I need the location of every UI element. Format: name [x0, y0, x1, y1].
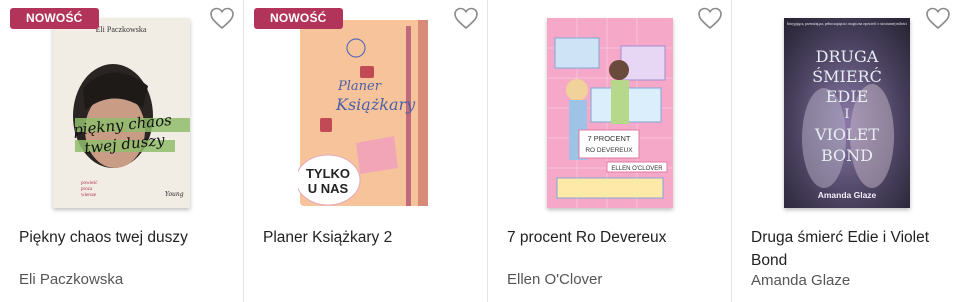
cover-sub3: wiersze: [81, 193, 97, 198]
sticker-line1: TYLKO: [305, 166, 349, 181]
book-cover-link[interactable]: Eli Paczkowska piękny chaos twej duszy p…: [0, 18, 243, 208]
sticker-line2: U NAS: [307, 181, 348, 196]
book-cover: Planer Książkary TYLKO U NAS: [297, 18, 434, 208]
heart-outline-icon[interactable]: [453, 6, 479, 30]
book-cover-link[interactable]: Intrygująca, przerażająca, pełna napięci…: [732, 18, 959, 208]
publisher-logo: Young: [165, 191, 184, 198]
cover-author-text: ELLEN O'CLOVER: [611, 166, 663, 172]
product-title[interactable]: 7 procent Ro Devereux: [507, 226, 721, 249]
cover-title-line2: RO DEVEREUX: [585, 147, 633, 154]
cover-sub1: powieść: [81, 181, 98, 186]
product-card[interactable]: Intrygująca, przerażająca, pełna napięci…: [732, 0, 959, 302]
product-title[interactable]: Piękny chaos twej duszy: [19, 226, 233, 249]
product-card[interactable]: 7 PROCENT RO DEVEREUX ELLEN O'CLOVER 7 p…: [488, 0, 732, 302]
book-cover: Eli Paczkowska piękny chaos twej duszy p…: [53, 18, 190, 208]
book-cover-link[interactable]: Planer Książkary TYLKO U NAS: [244, 18, 487, 208]
product-author[interactable]: Amanda Glaze: [751, 272, 850, 289]
cover-title-line3: EDIE: [826, 87, 869, 106]
book-cover-link[interactable]: 7 PROCENT RO DEVEREUX ELLEN O'CLOVER: [488, 18, 731, 208]
cover-title-line4: I: [844, 107, 849, 122]
heart-outline-icon[interactable]: [209, 6, 235, 30]
product-author[interactable]: Eli Paczkowska: [19, 271, 123, 288]
product-title[interactable]: Planer Książkary 2: [263, 226, 477, 249]
cover-title-line2: ŚMIERĆ: [812, 66, 882, 86]
heart-outline-icon[interactable]: [925, 6, 951, 30]
cover-title-line5: VIOLET: [814, 125, 879, 144]
book-cover: Intrygująca, przerażająca, pełna napięci…: [784, 18, 910, 208]
cover-sub2: proza: [81, 187, 93, 192]
cover-title-line1: 7 PROCENT: [587, 134, 630, 143]
product-title[interactable]: Druga śmierć Edie i Violet Bond: [751, 226, 949, 272]
book-cover: 7 PROCENT RO DEVEREUX ELLEN O'CLOVER: [546, 18, 673, 208]
heart-outline-icon[interactable]: [697, 6, 723, 30]
product-card[interactable]: NOWOŚĆ Eli Paczkowska piękny chaos twej …: [0, 0, 244, 302]
new-badge: NOWOŚĆ: [254, 8, 343, 29]
product-grid: NOWOŚĆ Eli Paczkowska piękny chaos twej …: [0, 0, 959, 302]
cover-author-text: Amanda Glaze: [818, 190, 877, 200]
product-card[interactable]: NOWOŚĆ Planer Książkary TYLKO U NAS Plan…: [244, 0, 488, 302]
new-badge: NOWOŚĆ: [10, 8, 99, 29]
cover-title-line6: BOND: [821, 146, 873, 165]
cover-title-line1: Planer: [337, 79, 382, 94]
cover-author-text: Eli Paczkowska: [96, 25, 147, 34]
cover-title-line1: DRUGA: [816, 47, 879, 66]
cover-title-line2: Książkary: [335, 95, 416, 114]
product-author[interactable]: Ellen O'Clover: [507, 271, 602, 288]
